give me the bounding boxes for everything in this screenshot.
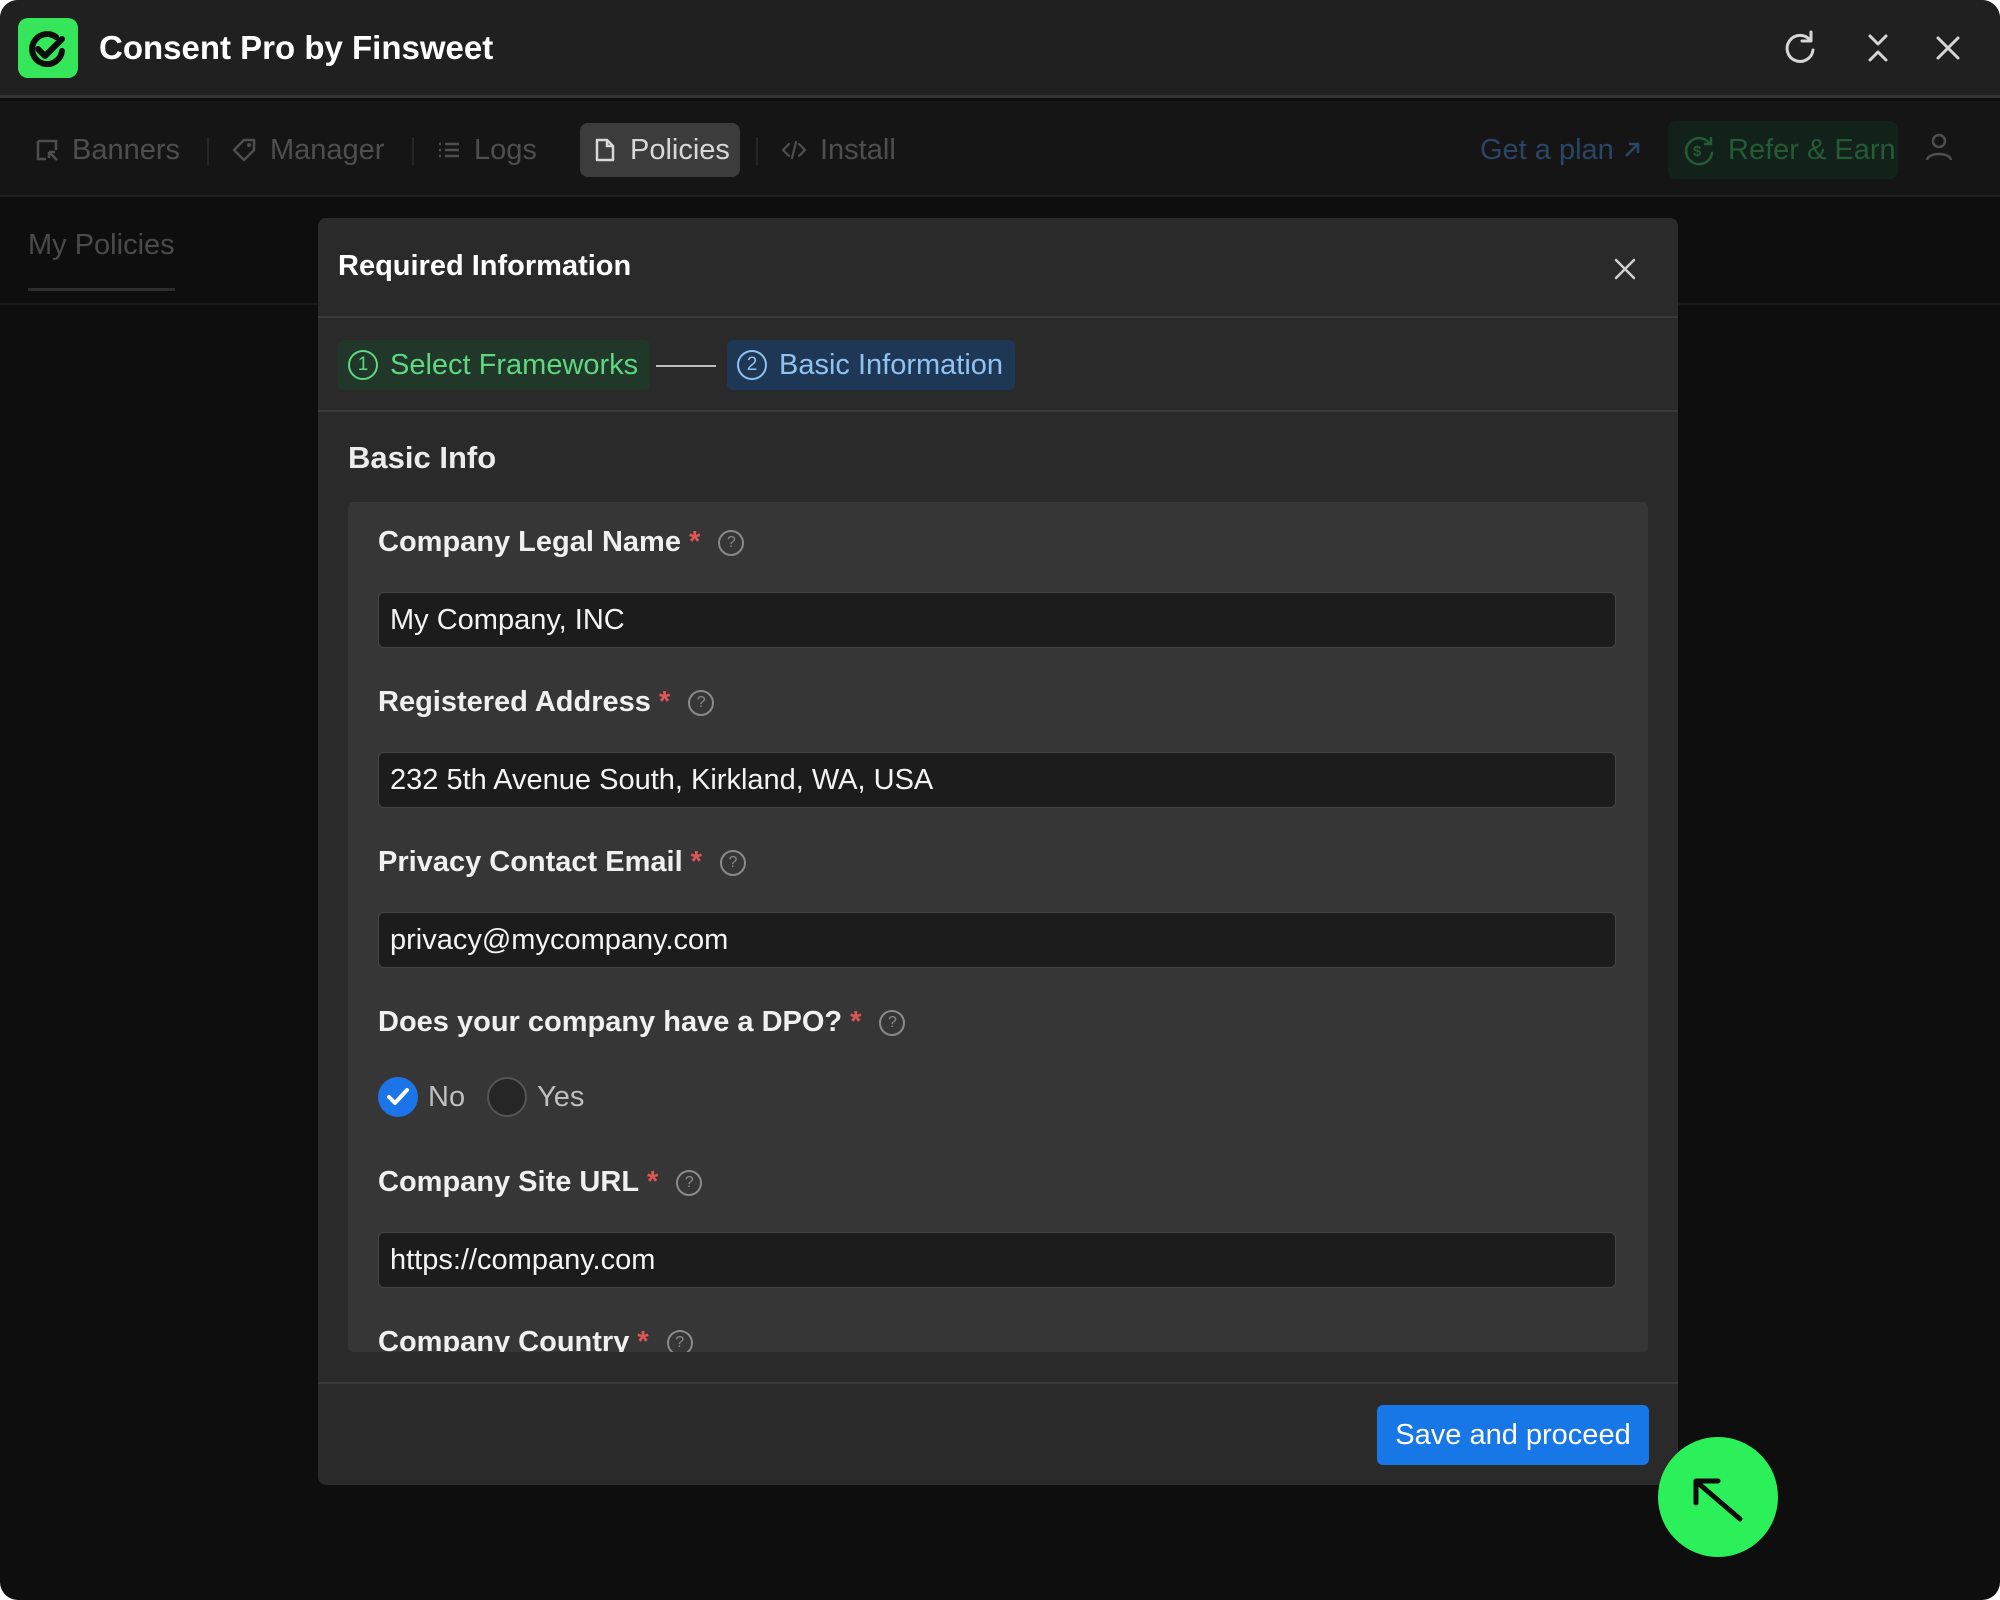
dpo-no-radio[interactable]	[378, 1077, 418, 1117]
basic-info-form: Company Legal Name * ? Registered Addres…	[348, 502, 1648, 1352]
tab-logs[interactable]: Logs	[436, 123, 537, 177]
tab-divider	[412, 137, 414, 165]
label-text: Privacy Contact Email	[378, 846, 683, 878]
section-title: Basic Info	[348, 440, 497, 475]
dpo-yes-label: Yes	[537, 1080, 585, 1113]
tab-divider	[207, 137, 209, 165]
step-label: Basic Information	[779, 348, 1004, 381]
registered-address-input[interactable]	[378, 752, 1616, 808]
privacy-email-input[interactable]	[378, 912, 1616, 968]
label-text: Registered Address	[378, 686, 651, 718]
label-text: Company Country	[378, 1326, 630, 1352]
close-icon[interactable]	[1926, 26, 1970, 70]
help-icon[interactable]: ?	[718, 529, 745, 556]
tab-policies[interactable]: Policies	[580, 123, 740, 177]
tab-policies-label: Policies	[630, 133, 730, 166]
tab-logs-label: Logs	[474, 133, 537, 166]
field-label-company-country: Company Country * ?	[378, 1326, 693, 1352]
step-label: Select Frameworks	[390, 348, 639, 381]
code-icon	[781, 140, 807, 160]
required-asterisk: *	[690, 846, 702, 878]
dpo-radio-group: No Yes	[378, 1076, 606, 1118]
tab-divider	[756, 137, 758, 165]
step-number: 1	[348, 350, 378, 380]
required-asterisk: *	[647, 1166, 659, 1198]
tab-my-policies[interactable]: My Policies	[28, 229, 175, 291]
help-icon[interactable]: ?	[688, 689, 715, 716]
title-bar: Consent Pro by Finsweet	[0, 0, 2000, 98]
help-icon[interactable]: ?	[719, 849, 746, 876]
field-label-company-legal-name: Company Legal Name * ?	[378, 526, 745, 559]
field-label-registered-address: Registered Address * ?	[378, 686, 715, 719]
refresh-icon[interactable]	[1778, 26, 1822, 70]
tag-icon	[232, 138, 256, 162]
save-and-proceed-button[interactable]: Save and proceed	[1377, 1405, 1649, 1465]
get-plan-label: Get a plan	[1480, 133, 1614, 166]
step-select-frameworks[interactable]: 1 Select Frameworks	[338, 340, 651, 390]
checkmark-icon	[387, 1088, 409, 1105]
collapse-icon[interactable]	[1856, 26, 1900, 70]
required-asterisk: *	[688, 526, 701, 558]
help-icon[interactable]: ?	[879, 1009, 906, 1036]
banner-icon	[36, 139, 58, 161]
required-asterisk: *	[850, 1006, 862, 1038]
user-icon[interactable]	[1922, 130, 1956, 169]
field-label-privacy-email: Privacy Contact Email * ?	[378, 846, 746, 879]
stepper: 1 Select Frameworks 2 Basic Information	[318, 320, 1678, 412]
tab-banners-label: Banners	[72, 133, 181, 166]
modal-footer: Save and proceed	[318, 1382, 1678, 1485]
dpo-no-label: No	[428, 1080, 466, 1113]
tab-banners[interactable]: Banners	[34, 123, 180, 177]
help-icon[interactable]: ?	[676, 1169, 703, 1196]
step-basic-information[interactable]: 2 Basic Information	[727, 340, 1016, 390]
dpo-yes-radio[interactable]	[487, 1077, 528, 1117]
tab-install[interactable]: Install	[780, 123, 896, 177]
label-text: Does your company have a DPO?	[378, 1006, 843, 1038]
refer-earn-button[interactable]: $ Refer & Earn	[1668, 121, 1898, 179]
required-info-modal: Required Information 1 Select Frameworks…	[318, 218, 1678, 1485]
tab-manager[interactable]: Manager	[230, 123, 384, 177]
app-title: Consent Pro by Finsweet	[99, 29, 494, 66]
dollar-refresh-icon: $	[1684, 136, 1714, 166]
floating-action-button[interactable]	[1658, 1437, 1778, 1557]
external-arrow-icon	[1624, 142, 1640, 157]
company-legal-name-input[interactable]	[378, 592, 1616, 648]
list-icon	[439, 142, 459, 158]
app-window: Consent Pro by Finsweet Banners Manager …	[0, 0, 2000, 1600]
help-icon[interactable]: ?	[666, 1329, 693, 1352]
get-plan-link[interactable]: Get a plan	[1480, 123, 1644, 177]
modal-header: Required Information	[318, 218, 1678, 318]
consent-check-icon	[18, 18, 78, 78]
field-label-site-url: Company Site URL * ?	[378, 1166, 703, 1199]
step-connector	[656, 365, 716, 367]
tab-install-label: Install	[820, 133, 896, 166]
field-label-dpo: Does your company have a DPO? * ?	[378, 1006, 906, 1039]
required-asterisk: *	[637, 1326, 649, 1352]
refer-earn-label: Refer & Earn	[1728, 133, 1896, 166]
modal-close-icon[interactable]	[1610, 254, 1640, 284]
site-url-input[interactable]	[378, 1232, 1616, 1288]
required-asterisk: *	[658, 686, 671, 718]
tab-manager-label: Manager	[270, 133, 385, 166]
step-number: 2	[737, 350, 767, 380]
label-text: Company Legal Name	[378, 526, 681, 558]
modal-title: Required Information	[338, 250, 632, 282]
label-text: Company Site URL	[378, 1166, 640, 1198]
svg-text:$: $	[1693, 143, 1702, 160]
document-icon	[595, 138, 615, 162]
main-tab-bar: Banners Manager Logs Policies Install Ge…	[0, 101, 2000, 197]
arrow-up-left-icon	[1693, 1478, 1743, 1522]
